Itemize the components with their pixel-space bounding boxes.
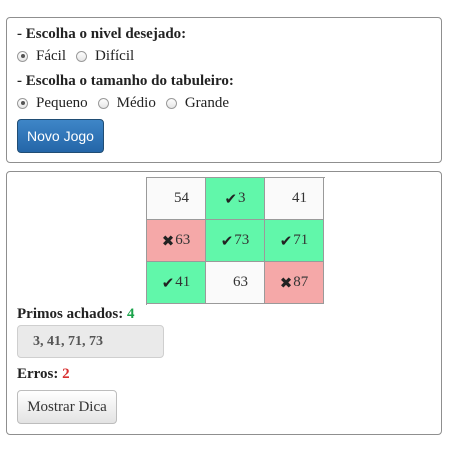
size-option-pequeno[interactable]: Pequeno xyxy=(17,95,88,112)
board-cell[interactable]: 41 xyxy=(265,178,324,220)
radio-grande[interactable] xyxy=(165,97,177,109)
size-option-label: Médio xyxy=(116,94,156,111)
cell-value: 3 xyxy=(238,190,246,206)
level-heading: - Escolha o nivel desejado: xyxy=(17,26,187,42)
board-cell[interactable]: ✖ 63 xyxy=(147,220,206,262)
cell-value: 41 xyxy=(175,274,191,290)
check-icon: ✔ xyxy=(220,231,234,250)
new-game-button[interactable]: Novo Jogo xyxy=(17,119,104,153)
check-icon: ✔ xyxy=(224,189,238,208)
cell-value: 41 xyxy=(292,190,307,206)
radio-pequeno[interactable] xyxy=(17,97,28,109)
size-option-medio[interactable]: Médio xyxy=(97,94,156,112)
game-board: 54 ✔ 3 41 ✖ 63 ✔ 73 ✔ 71 ✔ 41 63 ✖ 87 xyxy=(146,177,325,305)
cell-value: 71 xyxy=(293,232,309,248)
radio-medio[interactable] xyxy=(97,97,109,109)
level-radio-group: Fácil Difícil xyxy=(17,47,144,65)
errors-count: 2 xyxy=(62,366,70,382)
cell-value: 63 xyxy=(175,232,191,248)
size-option-grande[interactable]: Grande xyxy=(165,94,229,112)
size-option-label: Grande xyxy=(184,94,229,111)
cell-value: 87 xyxy=(293,274,309,290)
board-cell[interactable]: ✔ 73 xyxy=(206,220,265,262)
board-cell[interactable]: ✖ 87 xyxy=(265,262,324,304)
errors-line: Erros: 2 xyxy=(17,366,70,383)
level-option-dificil[interactable]: Difícil xyxy=(76,48,134,65)
cross-icon: ✖ xyxy=(161,231,175,250)
board-cell[interactable]: ✔ 3 xyxy=(206,178,265,220)
board-cell[interactable]: ✔ 41 xyxy=(147,262,206,304)
cell-value: 63 xyxy=(233,274,248,290)
size-radio-group: Pequeno Médio Grande xyxy=(17,94,239,112)
check-icon: ✔ xyxy=(161,273,175,292)
game-panel: 54 ✔ 3 41 ✖ 63 ✔ 73 ✔ 71 ✔ 41 63 ✖ 87 Primos a… xyxy=(6,171,442,435)
settings-panel: - Escolha o nivel desejado: Fácil Difíci… xyxy=(6,17,442,163)
radio-dificil[interactable] xyxy=(76,50,87,62)
cell-value: 73 xyxy=(234,232,250,248)
primes-found-list: 3, 41, 71, 73 xyxy=(17,325,164,358)
errors-label: Erros: xyxy=(17,366,59,382)
primes-found-count: 4 xyxy=(127,306,135,322)
level-option-label: Difícil xyxy=(95,47,135,64)
size-option-label: Pequeno xyxy=(36,94,88,111)
level-option-facil[interactable]: Fácil xyxy=(17,48,66,65)
board-cell[interactable]: 54 xyxy=(147,178,206,220)
radio-facil[interactable] xyxy=(17,50,28,62)
show-hint-button[interactable]: Mostrar Dica xyxy=(17,390,117,424)
board-cell[interactable]: ✔ 71 xyxy=(265,220,324,262)
primes-found-label: Primos achados: xyxy=(17,306,124,322)
size-heading: - Escolha o tamanho do tabuleiro: xyxy=(17,73,234,89)
board-cell[interactable]: 63 xyxy=(206,262,265,304)
cross-icon: ✖ xyxy=(279,273,293,292)
cell-value: 54 xyxy=(174,190,189,206)
primes-found-line: Primos achados: 4 xyxy=(17,306,135,323)
check-icon: ✔ xyxy=(279,231,293,250)
level-option-label: Fácil xyxy=(36,47,66,64)
